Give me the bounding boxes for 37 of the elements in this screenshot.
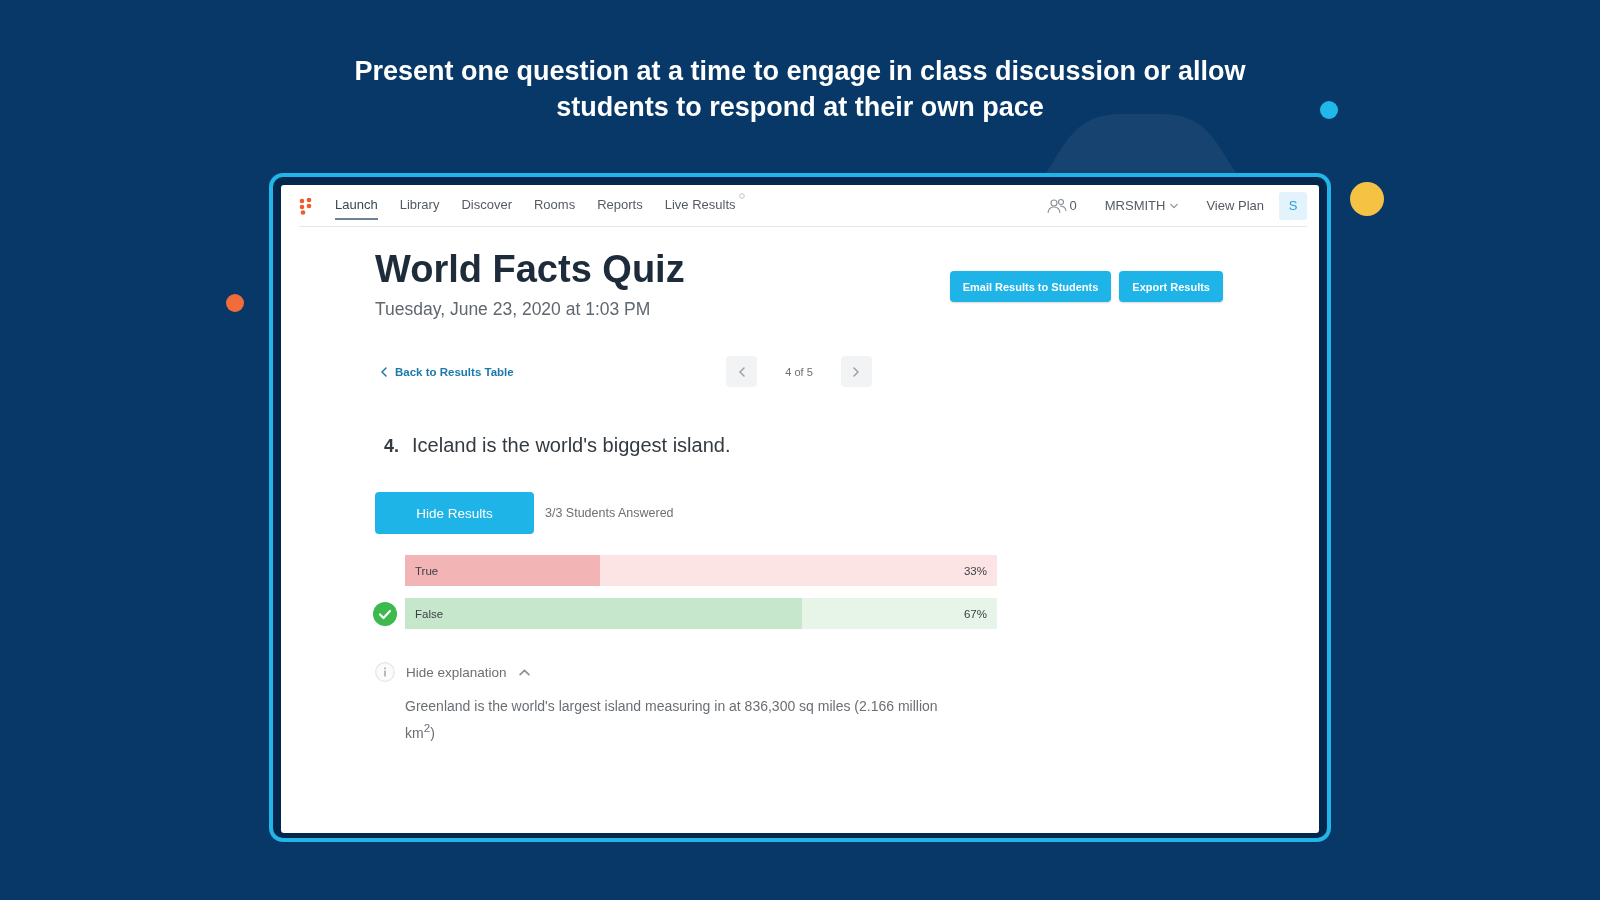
explanation-text: Greenland is the world's largest island measuring in at 836,300 sq miles (2.166 million km$^{2}$) bbox=[405, 697, 939, 743]
chevron-down-icon bbox=[1170, 201, 1179, 210]
people-icon[interactable] bbox=[1046, 197, 1067, 214]
answer-percent: 67% bbox=[963, 607, 987, 620]
chevron-right-icon bbox=[851, 366, 862, 377]
chevron-up-icon bbox=[518, 666, 530, 678]
nav-tab[interactable]: Library bbox=[399, 185, 440, 220]
back-link[interactable]: Back to Results Table bbox=[379, 365, 514, 378]
chevron-left-icon bbox=[379, 366, 389, 377]
nav-tab[interactable]: Live Results bbox=[664, 185, 745, 220]
quiz-date: Tuesday, June 23, 2020 at 1:03 PM bbox=[375, 299, 652, 319]
quiz-title: World Facts Quiz bbox=[375, 247, 685, 291]
question-text: Iceland is the world's biggest island. bbox=[412, 433, 731, 457]
nav-tab[interactable]: Reports bbox=[597, 185, 643, 220]
decorative-dot bbox=[1320, 101, 1338, 119]
answer-percent: 33% bbox=[963, 564, 987, 577]
user-menu[interactable]: MRSMITH bbox=[1104, 198, 1179, 213]
answered-count: 3/3 Students Answered bbox=[545, 506, 674, 520]
nav-tab[interactable]: Discover bbox=[461, 185, 512, 220]
answer-label: True bbox=[415, 564, 439, 577]
view-plan-link[interactable]: View Plan bbox=[1206, 198, 1264, 213]
small-circle-icon bbox=[738, 193, 745, 199]
answer-label: False bbox=[415, 607, 444, 620]
decorative-dot bbox=[1350, 182, 1384, 216]
explanation-toggle[interactable]: Hide explanation bbox=[406, 664, 530, 680]
logo-icon bbox=[299, 196, 312, 215]
decorative-dot bbox=[226, 294, 244, 312]
chevron-left-icon bbox=[736, 366, 747, 377]
page-indicator: 4 of 5 bbox=[785, 365, 813, 378]
online-count: 0 bbox=[1069, 198, 1077, 213]
previous-button[interactable] bbox=[726, 356, 758, 387]
headline: Present one question at a time to engage in class discussion or allow students to respond at their own pace bbox=[353, 55, 1247, 124]
nav-tab[interactable]: Rooms bbox=[534, 185, 576, 220]
next-button[interactable] bbox=[840, 356, 872, 387]
info-icon bbox=[375, 662, 395, 682]
nav-tab[interactable]: Launch bbox=[335, 185, 378, 220]
question-number: 4. bbox=[384, 436, 399, 457]
